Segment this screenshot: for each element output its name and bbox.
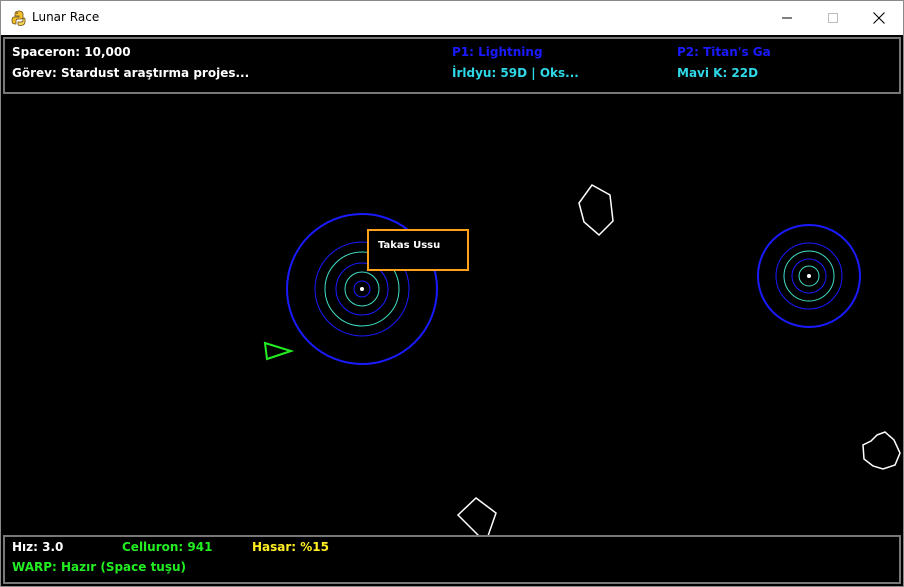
close-icon bbox=[873, 12, 885, 24]
mission-text: Görev: Stardust araştırma projes... bbox=[12, 66, 250, 80]
warp-status: WARP: Hazır (Space tuşu) bbox=[12, 560, 187, 574]
game-window: Lunar Race Takas Ussu Spaceron: 10,000 G… bbox=[0, 0, 904, 587]
player2-detail: Mavi K: 22D bbox=[677, 66, 759, 80]
planet-system bbox=[757, 224, 861, 328]
spaceron-balance: Spaceron: 10,000 bbox=[12, 45, 131, 59]
player1-name: P1: Lightning bbox=[452, 45, 543, 59]
asteroid bbox=[862, 431, 901, 470]
minimize-button[interactable] bbox=[764, 1, 810, 35]
game-canvas[interactable]: Takas Ussu Spaceron: 10,000 Görev: Stard… bbox=[1, 35, 903, 586]
asteroid bbox=[456, 497, 497, 538]
minimize-icon bbox=[782, 13, 792, 23]
python-snake-icon bbox=[11, 10, 27, 26]
window-title: Lunar Race bbox=[32, 10, 100, 24]
title-bar[interactable]: Lunar Race bbox=[1, 1, 903, 35]
damage-readout: Hasar: %15 bbox=[252, 540, 329, 554]
planet-core bbox=[807, 274, 811, 278]
station-label-box[interactable]: Takas Ussu bbox=[367, 229, 469, 271]
speed-readout: Hız: 3.0 bbox=[12, 540, 64, 554]
station-label: Takas Ussu bbox=[378, 240, 441, 251]
top-hud-panel: Spaceron: 10,000 Görev: Stardust araştır… bbox=[3, 37, 901, 94]
bottom-hud-panel: Hız: 3.0 Celluron: 941 Hasar: %15 WARP: … bbox=[3, 535, 901, 584]
player1-detail: İrldyu: 59D | Oks... bbox=[452, 66, 579, 80]
player-ship bbox=[263, 341, 295, 361]
maximize-button[interactable] bbox=[810, 1, 856, 35]
celluron-readout: Celluron: 941 bbox=[122, 540, 213, 554]
maximize-icon bbox=[828, 13, 838, 23]
asteroid bbox=[578, 184, 614, 237]
close-button[interactable] bbox=[856, 1, 902, 35]
player2-name: P2: Titan's Ga bbox=[677, 45, 771, 59]
planet-core bbox=[360, 287, 364, 291]
space-playfield bbox=[263, 184, 901, 538]
